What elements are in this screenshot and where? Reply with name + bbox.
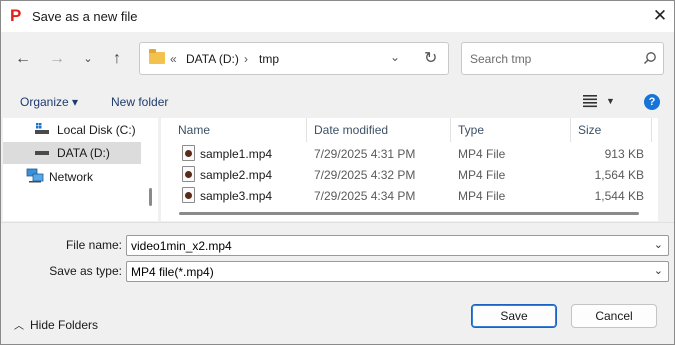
organize-menu-button[interactable]: Organize ▾ bbox=[20, 95, 78, 109]
nav-item-local-disk-c[interactable]: Local Disk (C:) bbox=[3, 119, 141, 141]
file-date: 7/29/2025 4:32 PM bbox=[314, 168, 416, 182]
column-divider[interactable] bbox=[570, 118, 571, 142]
view-options-icon[interactable] bbox=[582, 94, 598, 108]
column-divider[interactable] bbox=[651, 118, 652, 142]
file-type: MP4 File bbox=[458, 189, 506, 203]
file-list: Name ^ Date modified Type Size sample1.m… bbox=[161, 118, 658, 221]
hide-folders-button[interactable]: ︿ Hide Folders bbox=[14, 317, 98, 332]
drive-icon bbox=[35, 151, 49, 155]
close-icon[interactable]: ✕ bbox=[649, 5, 671, 27]
breadcrumb-overflow[interactable]: « bbox=[170, 52, 177, 66]
save-type-label: Save as type: bbox=[49, 264, 122, 278]
refresh-icon[interactable]: ↻ bbox=[424, 48, 437, 68]
new-folder-button[interactable]: New folder bbox=[111, 95, 168, 109]
search-icon bbox=[644, 52, 656, 64]
file-date: 7/29/2025 4:31 PM bbox=[314, 147, 416, 161]
mp4-file-icon bbox=[182, 187, 195, 203]
recent-locations-chevron-icon[interactable]: ⌄ bbox=[77, 48, 99, 70]
file-name-field[interactable]: video1min_x2.mp4 ⌄ bbox=[126, 235, 669, 256]
search-box[interactable]: Search tmp bbox=[461, 42, 664, 75]
nav-item-label: Local Disk (C:) bbox=[57, 123, 136, 137]
column-header-type[interactable]: Type bbox=[458, 123, 484, 137]
forward-arrow-icon[interactable]: → bbox=[46, 48, 68, 70]
nav-item-label: Network bbox=[49, 170, 94, 184]
save-type-select[interactable]: MP4 file(*.mp4) ⌄ bbox=[126, 261, 669, 282]
network-icon bbox=[26, 168, 44, 183]
save-button[interactable]: Save bbox=[471, 304, 557, 328]
breadcrumb-drive[interactable]: DATA (D:) bbox=[186, 52, 239, 66]
file-name: sample2.mp4 bbox=[200, 168, 273, 182]
sort-ascending-icon: ^ bbox=[235, 118, 240, 124]
back-arrow-icon[interactable]: ← bbox=[12, 48, 34, 70]
up-arrow-icon[interactable]: ↑ bbox=[106, 48, 128, 70]
nav-item-network[interactable]: Network bbox=[3, 166, 141, 188]
folder-icon bbox=[149, 49, 165, 64]
nav-item-data-d[interactable]: DATA (D:) bbox=[3, 142, 141, 164]
file-type: MP4 File bbox=[458, 168, 506, 182]
breadcrumb-tmp[interactable]: tmp bbox=[259, 52, 279, 66]
file-name: sample3.mp4 bbox=[200, 189, 273, 203]
file-row[interactable]: sample2.mp4 7/29/2025 4:32 PM MP4 File 1… bbox=[161, 164, 644, 185]
dialog-title: Save as a new file bbox=[32, 9, 138, 24]
column-divider[interactable] bbox=[306, 118, 307, 142]
mp4-file-icon bbox=[182, 145, 195, 161]
navigation-pane: Local Disk (C:) DATA (D:) Network bbox=[3, 118, 158, 221]
file-row[interactable]: sample3.mp4 7/29/2025 4:34 PM MP4 File 1… bbox=[161, 185, 644, 206]
drive-icon bbox=[35, 123, 49, 134]
file-row[interactable]: sample1.mp4 7/29/2025 4:31 PM MP4 File 9… bbox=[161, 143, 644, 164]
breadcrumb-separator: › bbox=[244, 52, 248, 66]
address-dropdown-chevron-icon[interactable]: ⌄ bbox=[390, 50, 400, 64]
title-bar: P Save as a new file ✕ bbox=[1, 1, 674, 32]
column-header-name[interactable]: Name bbox=[178, 123, 210, 137]
chevron-down-icon[interactable]: ⌄ bbox=[654, 264, 663, 277]
search-input[interactable]: Search tmp bbox=[470, 52, 531, 66]
file-size: 913 KB bbox=[604, 147, 644, 161]
chevron-up-icon: ︿ bbox=[14, 321, 24, 332]
address-bar[interactable]: « DATA (D:) › tmp ⌄ ↻ bbox=[139, 42, 449, 75]
app-icon: P bbox=[10, 6, 22, 25]
file-date: 7/29/2025 4:34 PM bbox=[314, 189, 416, 203]
file-list-horizontal-scrollbar[interactable] bbox=[179, 212, 639, 215]
column-divider[interactable] bbox=[450, 118, 451, 142]
save-options-panel: File name: video1min_x2.mp4 ⌄ Save as ty… bbox=[1, 222, 674, 344]
file-size: 1,544 KB bbox=[594, 189, 644, 203]
hide-folders-label: Hide Folders bbox=[30, 318, 99, 332]
file-type: MP4 File bbox=[458, 147, 506, 161]
view-dropdown-chevron-icon[interactable]: ▼ bbox=[606, 96, 615, 106]
chevron-down-icon[interactable]: ⌄ bbox=[654, 238, 663, 251]
help-icon[interactable]: ? bbox=[644, 94, 660, 110]
navpane-scrollbar[interactable] bbox=[149, 188, 152, 206]
mp4-file-icon bbox=[182, 166, 195, 182]
cancel-button[interactable]: Cancel bbox=[571, 304, 657, 328]
save-dialog: P Save as a new file ✕ ← → ⌄ ↑ « DATA (D… bbox=[0, 0, 675, 345]
file-name: sample1.mp4 bbox=[200, 147, 273, 161]
save-type-value[interactable]: MP4 file(*.mp4) bbox=[131, 265, 214, 279]
column-header-size[interactable]: Size bbox=[578, 123, 601, 137]
nav-item-label: DATA (D:) bbox=[57, 146, 110, 160]
file-name-label: File name: bbox=[65, 238, 122, 252]
file-size: 1,564 KB bbox=[594, 168, 644, 182]
column-header-date[interactable]: Date modified bbox=[314, 123, 388, 137]
file-name-value[interactable]: video1min_x2.mp4 bbox=[131, 239, 232, 253]
